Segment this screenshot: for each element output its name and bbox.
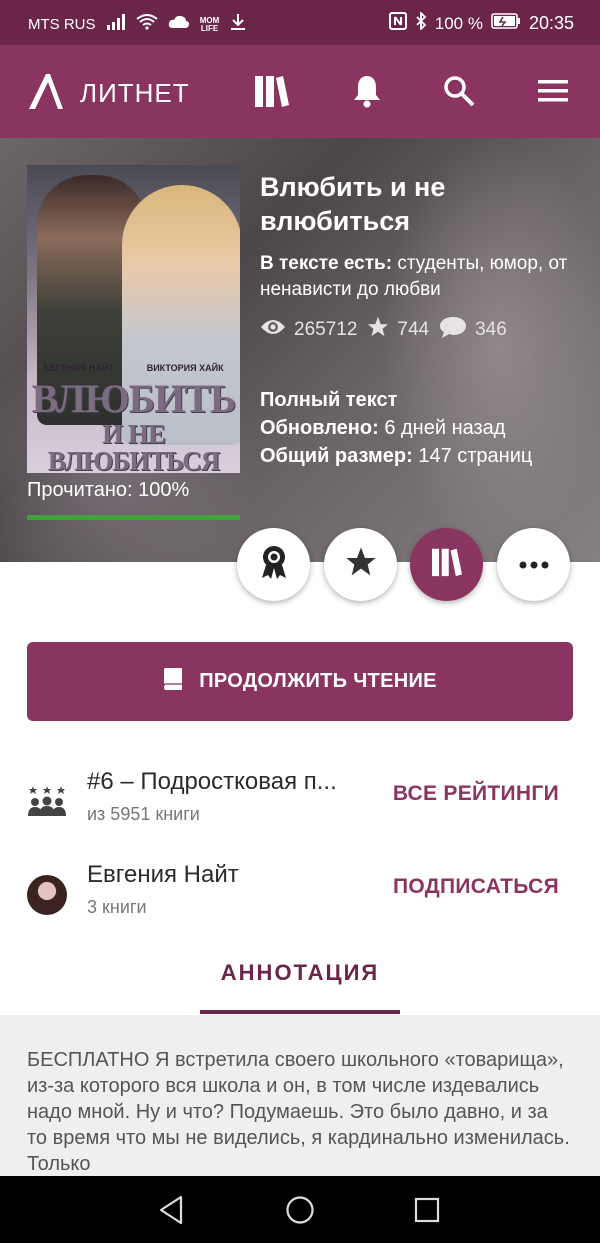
likes-count: 744 bbox=[397, 319, 430, 340]
author-avatar[interactable] bbox=[27, 875, 67, 915]
recents-icon[interactable] bbox=[411, 1194, 443, 1226]
more-button[interactable] bbox=[497, 528, 570, 601]
carrier-label: MTS RUS bbox=[28, 16, 96, 33]
mom-life-badge: MOM LIFE bbox=[199, 15, 220, 33]
book-stats: 265712 744 346 bbox=[260, 315, 517, 345]
views-count: 265712 bbox=[294, 319, 358, 340]
tab-annotation-label: АННОТАЦИЯ bbox=[220, 960, 380, 985]
rating-title: #6 – Подростковая п... bbox=[87, 768, 337, 795]
star-icon bbox=[345, 546, 377, 583]
ranking-icon bbox=[27, 782, 67, 822]
views-stat: 265712 bbox=[260, 318, 357, 342]
award-icon bbox=[259, 544, 289, 585]
read-progress-bar bbox=[27, 515, 240, 520]
rating-subtitle: из 5951 книги bbox=[87, 804, 200, 824]
battery-icon bbox=[491, 13, 521, 34]
comments-stat: 346 bbox=[439, 315, 507, 345]
library-icon bbox=[431, 547, 463, 582]
book-icon bbox=[163, 667, 183, 697]
system-nav-bar bbox=[0, 1176, 600, 1243]
award-button[interactable] bbox=[237, 528, 310, 601]
more-icon bbox=[519, 556, 549, 574]
library-icon[interactable] bbox=[254, 73, 290, 109]
rating-row[interactable]: #6 – Подростковая п... из 5951 книги ВСЕ… bbox=[27, 768, 573, 838]
wifi-icon bbox=[135, 14, 158, 35]
read-progress-label: Прочитано: 100% bbox=[27, 479, 190, 501]
cloud-icon bbox=[168, 15, 190, 34]
annotation-panel: БЕСПЛАТНО Я встретила своего школьного «… bbox=[0, 1015, 600, 1185]
clock: 20:35 bbox=[528, 13, 574, 33]
bell-icon[interactable] bbox=[349, 73, 385, 109]
all-ratings-button[interactable]: ВСЕ РЕЙТИНГИ bbox=[393, 782, 559, 806]
search-icon[interactable] bbox=[441, 73, 477, 109]
book-updated: Обновлено: 6 дней назад bbox=[260, 417, 506, 439]
download-icon bbox=[230, 13, 246, 36]
comment-icon bbox=[439, 315, 467, 345]
book-meta: Полный текст Обновлено: 6 дней назад Общ… bbox=[260, 386, 590, 470]
app-bar: ЛИТНЕТ bbox=[0, 45, 600, 138]
nfc-icon bbox=[388, 12, 407, 35]
tab-annotation[interactable]: АННОТАЦИЯ bbox=[200, 960, 400, 1014]
subscribe-button[interactable]: ПОДПИСАТЬСЯ bbox=[393, 875, 559, 899]
menu-icon[interactable] bbox=[535, 73, 571, 109]
tab-indicator bbox=[200, 1010, 400, 1014]
battery-percent: 100 % bbox=[434, 13, 483, 33]
status-bar: MTS RUS MOM LIFE 100 % 20:35 bbox=[0, 0, 600, 45]
signal-icon bbox=[106, 14, 126, 35]
cover-title: ВЛЮБИТЬ И НЕ ВЛЮБИТЬСЯ bbox=[31, 376, 237, 474]
logo-mark-icon bbox=[26, 71, 66, 116]
cover-authors: ЕВГЕНИЯ НАЙТ ВИКТОРИЯ ХАЙК bbox=[43, 363, 224, 373]
continue-reading-label: ПРОДОЛЖИТЬ ЧТЕНИЕ bbox=[199, 670, 437, 692]
logo-text: ЛИТНЕТ bbox=[80, 78, 190, 108]
book-status: Полный текст bbox=[260, 389, 398, 411]
comments-count: 346 bbox=[475, 319, 507, 340]
add-to-library-button[interactable] bbox=[410, 528, 483, 601]
tags-label: В тексте есть: bbox=[260, 253, 393, 274]
annotation-text: БЕСПЛАТНО Я встретила своего школьного «… bbox=[27, 1049, 570, 1175]
book-cover[interactable]: ЕВГЕНИЯ НАЙТ ВИКТОРИЯ ХАЙК ВЛЮБИТЬ И НЕ … bbox=[27, 165, 240, 473]
author-books-count: 3 книги bbox=[87, 897, 147, 917]
author-row[interactable]: Евгения Найт 3 книги ПОДПИСАТЬСЯ bbox=[27, 861, 573, 931]
star-icon bbox=[367, 316, 389, 344]
continue-reading-button[interactable]: ПРОДОЛЖИТЬ ЧТЕНИЕ bbox=[27, 642, 573, 721]
back-icon[interactable] bbox=[155, 1194, 187, 1226]
eye-icon bbox=[260, 318, 286, 342]
book-title: Влюбить и не влюбиться bbox=[260, 172, 446, 236]
book-size: Общий размер: 147 страниц bbox=[260, 445, 533, 467]
read-progress-fill bbox=[27, 515, 240, 520]
favorite-button[interactable] bbox=[324, 528, 397, 601]
author-name: Евгения Найт bbox=[87, 861, 239, 888]
book-tags: В тексте есть: студенты, юмор, от ненави… bbox=[260, 251, 580, 303]
likes-stat: 744 bbox=[367, 316, 429, 344]
logo[interactable]: ЛИТНЕТ bbox=[26, 71, 190, 116]
bluetooth-icon bbox=[415, 10, 427, 35]
home-icon[interactable] bbox=[284, 1194, 316, 1226]
